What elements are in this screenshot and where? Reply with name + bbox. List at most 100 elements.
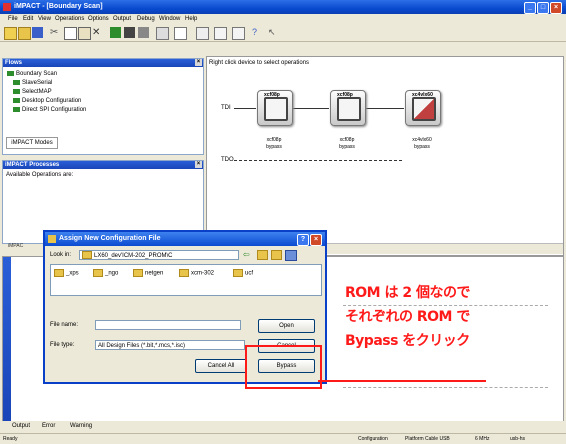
tile-icon[interactable]	[196, 27, 209, 40]
tree-item-label: Direct SPI Configuration	[22, 107, 87, 114]
folder-item-ucf[interactable]: ucf	[233, 269, 253, 277]
flows-panel-title: Flows	[5, 60, 23, 66]
device-chip-2[interactable]: xcf08p	[330, 90, 366, 126]
file-name-input[interactable]	[95, 320, 241, 330]
folder-item-label: ucf	[245, 270, 254, 277]
page-icon[interactable]	[214, 27, 227, 40]
status-bar: Ready Configuration Platform Cable USB 6…	[0, 433, 566, 444]
device-chip-1[interactable]: xcf08p	[257, 90, 293, 126]
chip-icon	[337, 97, 361, 121]
menu-options[interactable]: Options	[88, 16, 109, 22]
copy-icon[interactable]	[64, 27, 77, 40]
paste-icon[interactable]	[78, 27, 91, 40]
menu-debug[interactable]: Debug	[137, 16, 155, 22]
new-folder-icon[interactable]	[271, 250, 282, 260]
new-icon[interactable]	[4, 27, 17, 40]
cascade-icon[interactable]	[174, 27, 187, 40]
tree-item-boundary-scan[interactable]: Boundary Scan	[7, 71, 57, 77]
print-icon[interactable]	[232, 27, 245, 40]
tree-item-selectmap[interactable]: SelectMAP	[13, 89, 52, 95]
tab-warning[interactable]: Warning	[70, 423, 92, 429]
folder-item-netgen[interactable]: netgen	[133, 269, 163, 277]
tree-item-slaveserial[interactable]: SlaveSerial	[13, 80, 52, 86]
chain-icon[interactable]	[110, 27, 121, 38]
window-icon[interactable]	[156, 27, 169, 40]
look-in-value: LX60_dev'ICM-202_PROM\C	[94, 253, 173, 259]
tree-item-direct-spi[interactable]: Direct SPI Configuration	[13, 107, 86, 113]
device-name: xcf08p	[339, 137, 355, 143]
folder-item-xcm[interactable]: xcm-302	[179, 269, 214, 277]
tdo-label: TDO	[221, 157, 234, 163]
program-icon[interactable]	[124, 27, 135, 38]
grid-icon[interactable]	[138, 27, 149, 38]
flow-icon	[13, 80, 20, 85]
flow-icon	[13, 107, 20, 112]
console-side-header	[3, 257, 11, 422]
menu-edit[interactable]: Edit	[23, 16, 33, 22]
tree-item-label: Boundary Scan	[16, 71, 58, 78]
fpga-chip-icon	[412, 97, 436, 121]
window-title: iMPACT - [Boundary Scan]	[14, 3, 103, 10]
flows-panel: Flows × Boundary Scan SlaveSerial SelectM…	[2, 58, 204, 155]
menu-help[interactable]: Help	[185, 16, 197, 22]
status-cable: Platform Cable USB	[405, 436, 450, 442]
up-folder-icon[interactable]	[257, 250, 268, 260]
menu-operations[interactable]: Operations	[55, 16, 84, 22]
folder-icon	[233, 269, 243, 277]
file-type-label: File type:	[50, 342, 75, 348]
menu-window[interactable]: Window	[159, 16, 180, 22]
file-type-value: All Design Files (*.bit,*.mcs,*.isc)	[98, 343, 186, 349]
back-icon[interactable]: ⇦	[243, 250, 250, 259]
available-operations-text: Available Operations are:	[6, 172, 74, 178]
chip-icon	[264, 97, 288, 121]
cut-icon[interactable]: ✂	[50, 27, 61, 38]
cancel-all-button[interactable]: Cancel All	[195, 359, 247, 373]
maximize-button[interactable]: □	[537, 2, 549, 14]
open-button[interactable]: Open	[258, 319, 315, 333]
tree-item-label: SlaveSerial	[22, 80, 53, 87]
folder-item-label: _ngo	[105, 270, 119, 277]
boundary-scan-canvas[interactable]: Right click device to select operations …	[206, 56, 564, 256]
status-ready: Ready	[3, 436, 18, 442]
menu-output[interactable]: Output	[113, 16, 131, 22]
device-name: xcf08p	[266, 137, 282, 143]
device-name: xc4vlx60	[412, 137, 432, 143]
delete-icon[interactable]: ✕	[92, 27, 103, 38]
whats-this-icon[interactable]: ↖	[268, 27, 279, 38]
flows-panel-header: Flows ×	[3, 59, 203, 67]
view-menu-icon[interactable]	[285, 250, 297, 261]
file-type-select[interactable]: All Design Files (*.bit,*.mcs,*.isc)	[95, 340, 245, 350]
look-in-label: Look in:	[50, 252, 72, 258]
dialog-icon	[48, 235, 56, 243]
device-state: bypass	[414, 144, 430, 150]
folder-item-ngo[interactable]: _ngo	[93, 269, 118, 277]
tab-output[interactable]: Output	[12, 423, 30, 429]
menu-view[interactable]: View	[38, 16, 51, 22]
file-name-label: File name:	[50, 322, 79, 328]
device-chip-3[interactable]: xc4vlx60	[405, 90, 441, 126]
app-icon	[3, 3, 11, 11]
dialog-help-button[interactable]: ?	[297, 234, 309, 246]
canvas-hint: Right click device to select operations	[209, 60, 310, 66]
file-list[interactable]: _xps _ngo netgen xcm-302 ucf	[50, 264, 322, 296]
flows-panel-close-button[interactable]: ×	[195, 59, 202, 66]
tab-impact-modes[interactable]: iMPACT Modes	[6, 137, 58, 149]
annotation-line-1: ROM は 2 個なので	[345, 285, 470, 301]
help-icon[interactable]: ?	[252, 27, 263, 38]
flow-icon	[13, 98, 20, 103]
processes-panel-close-button[interactable]: ×	[195, 161, 202, 168]
menu-file[interactable]: File	[8, 16, 18, 22]
save-icon[interactable]	[32, 27, 43, 38]
dialog-title: Assign New Configuration File	[59, 235, 161, 242]
close-button[interactable]: ×	[550, 2, 562, 14]
look-in-select[interactable]: LX60_dev'ICM-202_PROM\C	[79, 250, 239, 260]
folder-item-xps[interactable]: _xps	[54, 269, 79, 277]
device-state: bypass	[339, 144, 355, 150]
tree-item-label: SelectMAP	[22, 89, 52, 96]
tree-item-desktop-config[interactable]: Desktop Configuration	[13, 98, 81, 104]
dialog-close-button[interactable]: ×	[310, 234, 322, 246]
minimize-button[interactable]: _	[524, 2, 536, 14]
processes-panel-header: iMPACT Processes ×	[3, 161, 203, 169]
tab-error[interactable]: Error	[42, 423, 55, 429]
open-icon[interactable]	[18, 27, 31, 40]
